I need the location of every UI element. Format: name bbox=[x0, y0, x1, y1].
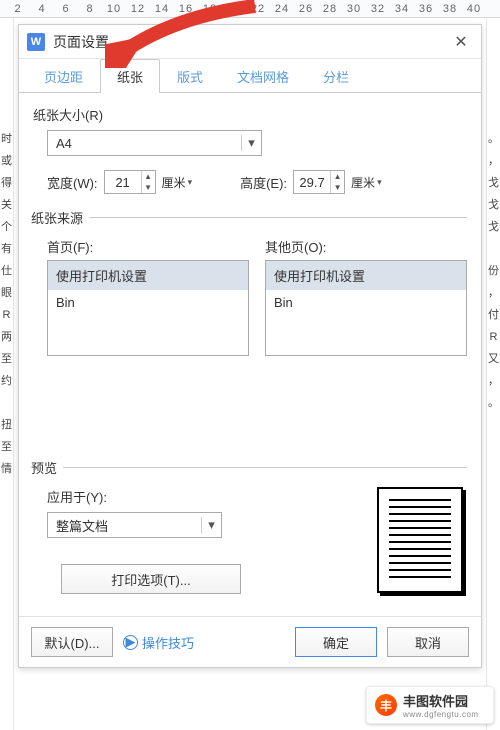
width-spinner[interactable]: 21 ▲▼ bbox=[104, 170, 156, 194]
paper-source-fieldset: 纸张来源 首页(F): 使用打印机设置Bin 其他页(O): 使用打印机设置Bi… bbox=[33, 208, 467, 448]
spinner-arrows[interactable]: ▲▼ bbox=[141, 171, 155, 193]
ruler-tick: 30 bbox=[342, 3, 366, 15]
width-value: 21 bbox=[105, 175, 141, 190]
chevron-down-icon: ▾ bbox=[188, 177, 193, 188]
ruler-tick: 10 bbox=[102, 3, 126, 15]
spinner-arrows[interactable]: ▲▼ bbox=[330, 171, 344, 193]
close-button[interactable]: ✕ bbox=[449, 30, 473, 54]
ruler-tick: 16 bbox=[174, 3, 198, 15]
apply-to-value: 整篇文档 bbox=[48, 516, 201, 535]
chevron-down-icon: ▾ bbox=[241, 135, 261, 151]
ruler-tick: 34 bbox=[390, 3, 414, 15]
ruler-tick: 2 bbox=[6, 3, 30, 15]
dialog-titlebar: W 页面设置 ✕ bbox=[19, 25, 481, 59]
close-icon: ✕ bbox=[454, 32, 467, 52]
dialog-title: 页面设置 bbox=[53, 32, 449, 52]
ruler-tick: 40 bbox=[462, 3, 486, 15]
defaults-button[interactable]: 默认(D)... bbox=[31, 627, 113, 657]
paper-size-value: A4 bbox=[48, 136, 241, 151]
listbox-option[interactable]: Bin bbox=[48, 290, 248, 315]
page-setup-dialog: W 页面设置 ✕ 页边距纸张版式文档网格分栏 纸张大小(R) A4 ▾ 宽度(W… bbox=[18, 24, 482, 668]
first-page-listbox[interactable]: 使用打印机设置Bin bbox=[47, 260, 249, 356]
dialog-footer: 默认(D)... ▶ 操作技巧 确定 取消 bbox=[19, 616, 481, 667]
play-icon: ▶ bbox=[123, 635, 138, 650]
chevron-down-icon: ▾ bbox=[377, 177, 382, 188]
listbox-option[interactable]: 使用打印机设置 bbox=[266, 261, 466, 290]
preview-fieldset: 预览 应用于(Y): 整篇文档 ▾ 打印选项(T)... bbox=[33, 458, 467, 606]
document-right-strip: 。 ， 戈 戈 戈 份 ， 付 R 又 ， 。 bbox=[486, 18, 500, 730]
other-page-label: 其他页(O): bbox=[265, 237, 467, 256]
listbox-option[interactable]: Bin bbox=[266, 290, 466, 315]
cancel-button[interactable]: 取消 bbox=[387, 627, 469, 657]
preview-legend: 预览 bbox=[31, 458, 63, 477]
watermark-logo-icon: 丰 bbox=[375, 694, 397, 716]
ruler-tick: 36 bbox=[414, 3, 438, 15]
chevron-down-icon: ▾ bbox=[201, 517, 221, 533]
height-spinner[interactable]: 29.7 ▲▼ bbox=[293, 170, 345, 194]
ruler-tick: 4 bbox=[30, 3, 54, 15]
ruler-tick: 38 bbox=[438, 3, 462, 15]
ruler-tick: 14 bbox=[150, 3, 174, 15]
ruler-tick: 8 bbox=[78, 3, 102, 15]
width-label: 宽度(W): bbox=[47, 173, 98, 192]
dialog-tabs: 页边距纸张版式文档网格分栏 bbox=[19, 59, 481, 93]
watermark-name: 丰图软件园 bbox=[403, 691, 479, 710]
ruler-tick: 32 bbox=[366, 3, 390, 15]
ruler-tick: 12 bbox=[126, 3, 150, 15]
tab-1[interactable]: 纸张 bbox=[100, 59, 160, 93]
document-left-strip: 时 或 得 关 个 有 仕 眼 R 两 至 约 扭 至 情 bbox=[0, 18, 14, 730]
horizontal-ruler: 246810121416182022242628303234363840 bbox=[0, 0, 500, 18]
ruler-tick: 20 bbox=[222, 3, 246, 15]
ruler-tick: 28 bbox=[318, 3, 342, 15]
watermark-url: www.dgfengtu.com bbox=[403, 710, 479, 719]
watermark: 丰 丰图软件园 www.dgfengtu.com bbox=[366, 686, 494, 724]
paper-source-legend: 纸张来源 bbox=[31, 208, 89, 227]
tips-link[interactable]: ▶ 操作技巧 bbox=[123, 633, 194, 652]
listbox-option[interactable]: 使用打印机设置 bbox=[48, 261, 248, 290]
app-icon: W bbox=[27, 33, 45, 51]
ruler-tick: 22 bbox=[246, 3, 270, 15]
height-label: 高度(E): bbox=[240, 173, 287, 192]
ruler-tick: 24 bbox=[270, 3, 294, 15]
paper-size-combo[interactable]: A4 ▾ bbox=[47, 130, 262, 156]
width-unit[interactable]: 厘米▾ bbox=[162, 174, 193, 191]
tab-0[interactable]: 页边距 bbox=[27, 59, 100, 93]
print-options-button[interactable]: 打印选项(T)... bbox=[61, 564, 241, 594]
tab-3[interactable]: 文档网格 bbox=[220, 59, 306, 93]
first-page-label: 首页(F): bbox=[47, 237, 249, 256]
ruler-tick: 26 bbox=[294, 3, 318, 15]
other-page-listbox[interactable]: 使用打印机设置Bin bbox=[265, 260, 467, 356]
tab-2[interactable]: 版式 bbox=[160, 59, 220, 93]
paper-size-label: 纸张大小(R) bbox=[33, 105, 467, 124]
ruler-tick: 18 bbox=[198, 3, 222, 15]
apply-to-label: 应用于(Y): bbox=[47, 487, 347, 506]
height-unit[interactable]: 厘米▾ bbox=[351, 174, 382, 191]
height-value: 29.7 bbox=[294, 175, 330, 190]
ruler-tick: 6 bbox=[54, 3, 78, 15]
preview-page-icon bbox=[377, 487, 463, 593]
ok-button[interactable]: 确定 bbox=[295, 627, 377, 657]
apply-to-combo[interactable]: 整篇文档 ▾ bbox=[47, 512, 222, 538]
tab-4[interactable]: 分栏 bbox=[306, 59, 366, 93]
